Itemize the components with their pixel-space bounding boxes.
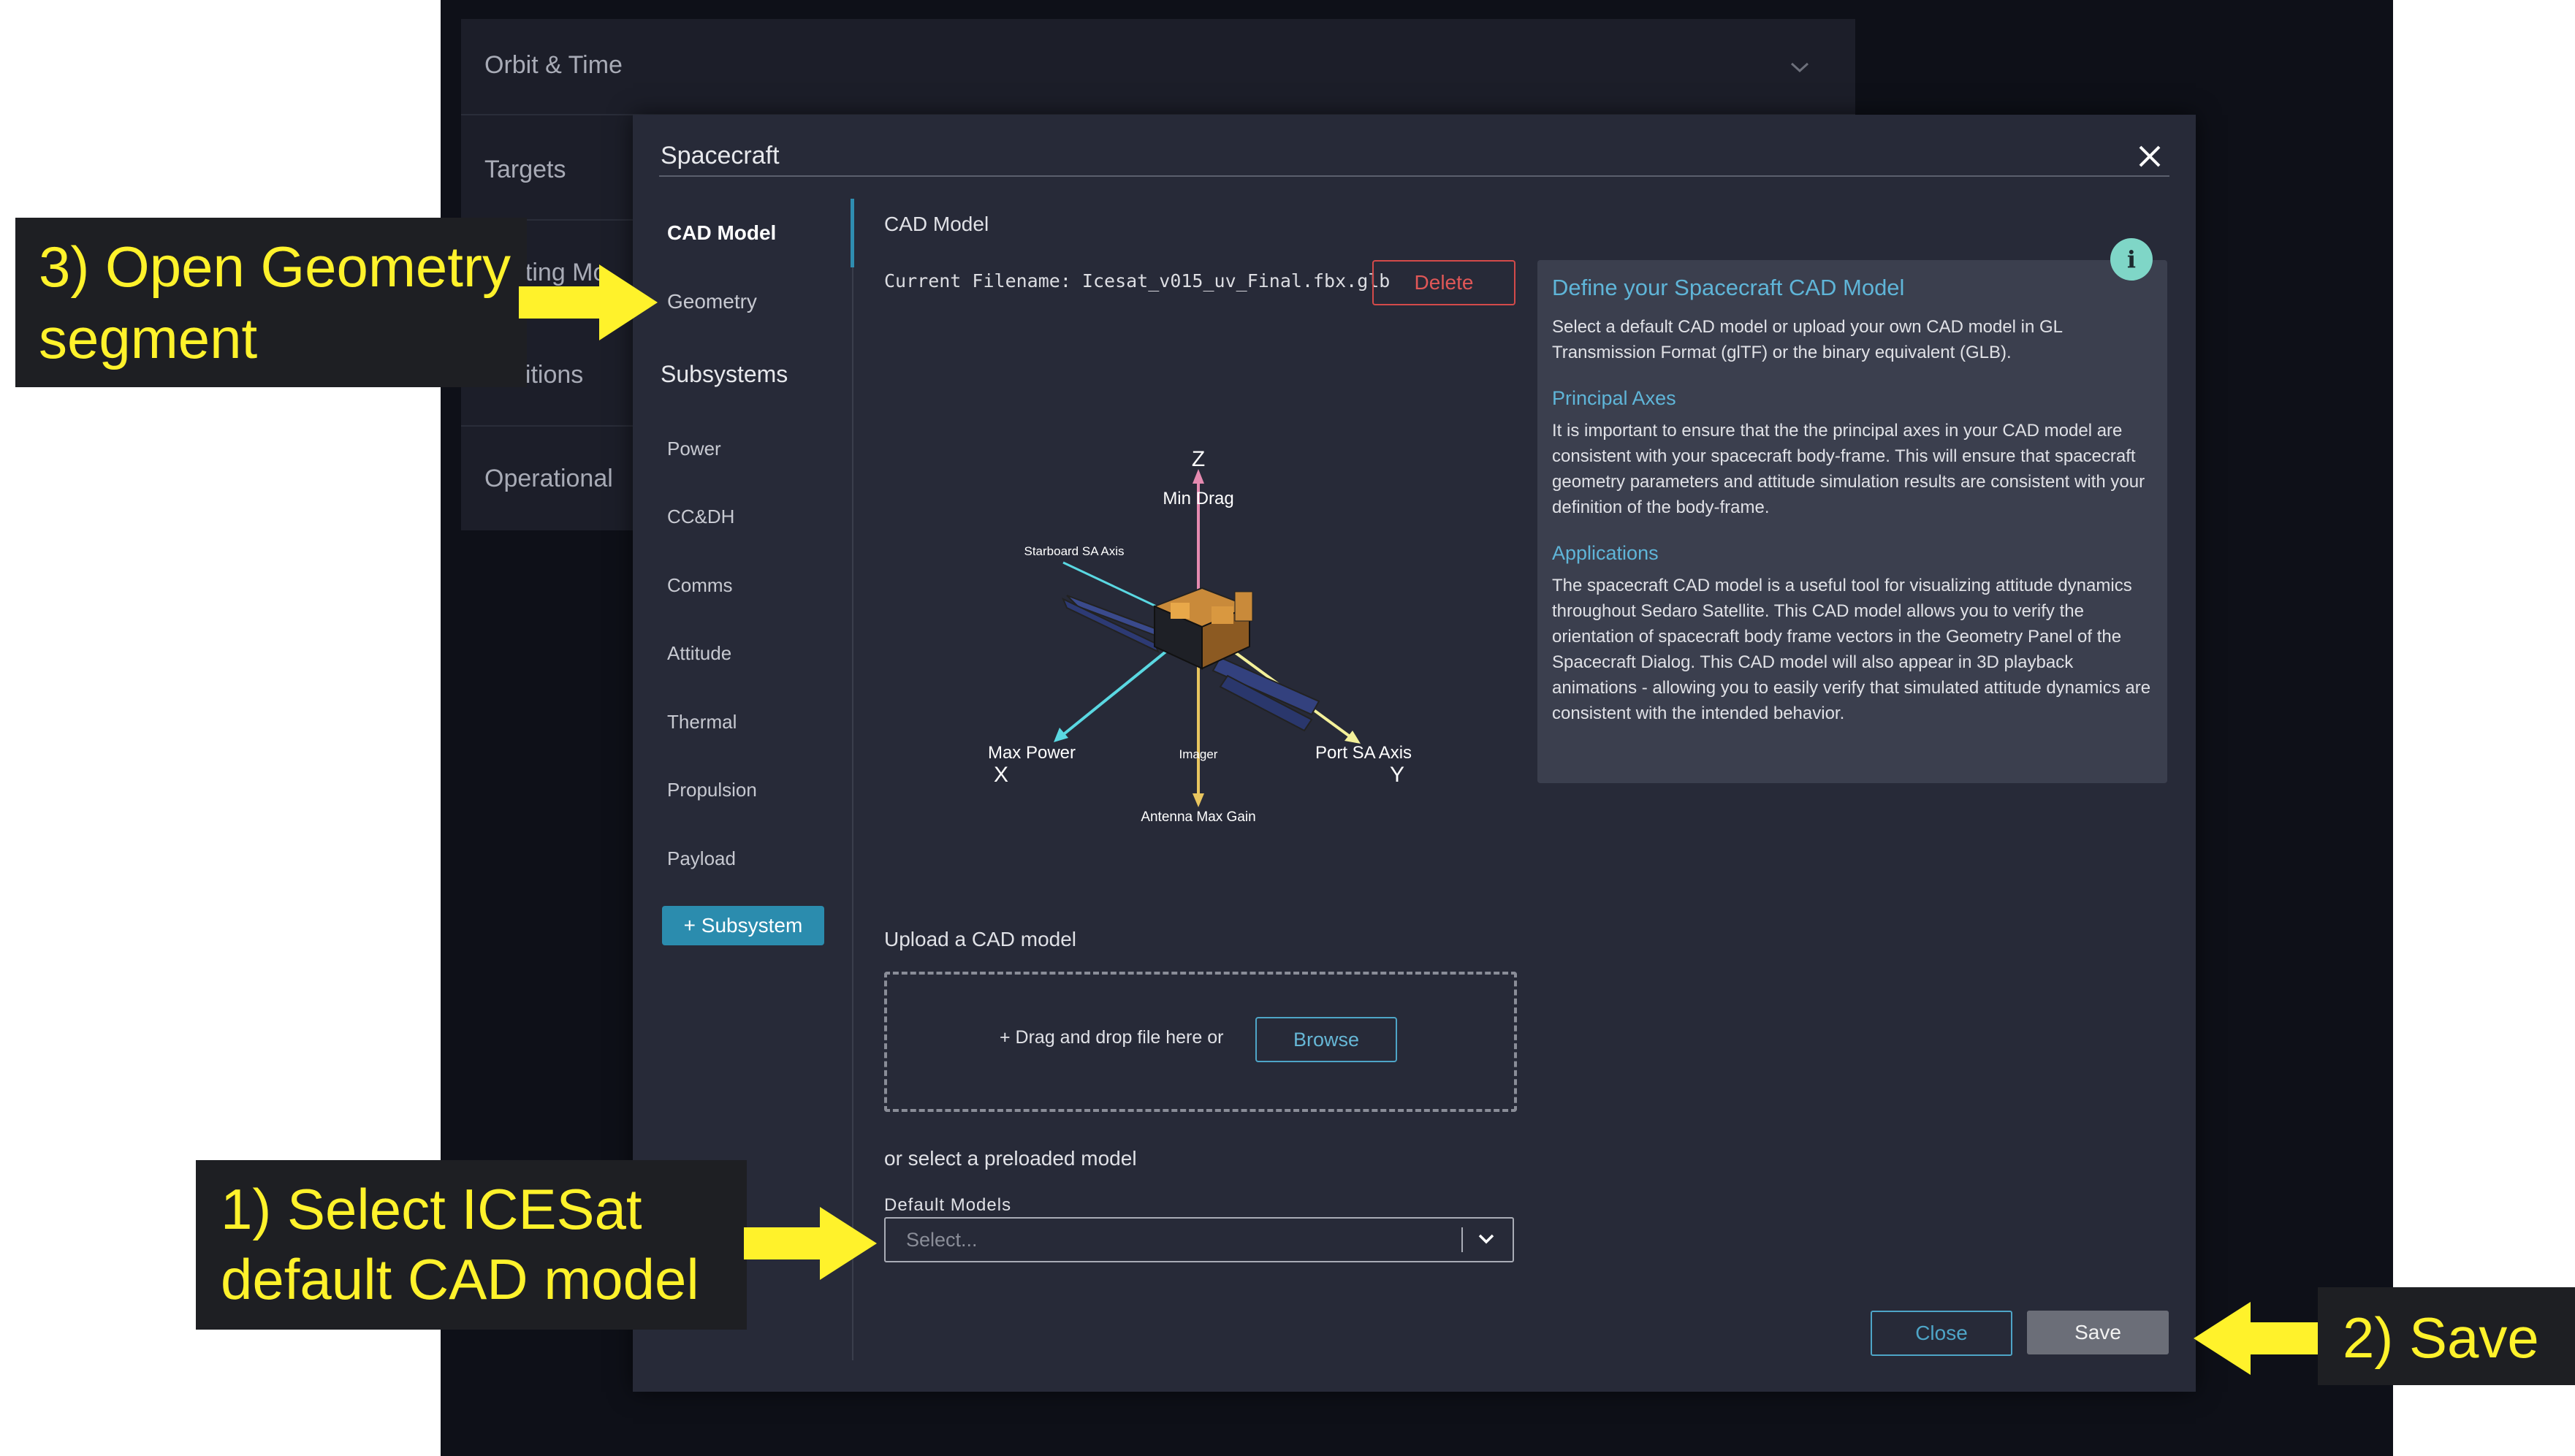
nav-active-indicator [851, 199, 854, 267]
axis-y-label: Y [1390, 763, 1404, 787]
default-models-label: Default Models [884, 1195, 1012, 1215]
nav-subsystem-propulsion[interactable]: Propulsion [667, 779, 757, 801]
section-title: CAD Model [884, 213, 989, 235]
close-button[interactable]: Close [1871, 1311, 2012, 1356]
axis-x-label: X [994, 763, 1008, 787]
axis-x-desc: Max Power [988, 743, 1076, 763]
callout-step2-text: 2) Save [2343, 1306, 2539, 1370]
info-title: Define your Spacecraft CAD Model [1552, 275, 1905, 300]
dialog-title-divider [659, 175, 2169, 177]
nav-subsystem-comms[interactable]: Comms [667, 574, 733, 597]
chevron-down-icon[interactable] [1475, 1227, 1498, 1251]
browse-button[interactable]: Browse [1255, 1017, 1397, 1062]
arrow-right-icon [519, 264, 658, 340]
axis-port-label: Port SA Axis [1315, 743, 1412, 763]
axis-z-label: Z [1192, 447, 1205, 471]
default-models-select[interactable]: Select... [884, 1217, 1514, 1262]
bg-item-operational[interactable]: Operational [484, 465, 613, 493]
preloaded-text: or select a preloaded model [884, 1147, 1137, 1170]
upload-title: Upload a CAD model [884, 928, 1077, 950]
save-button[interactable]: Save [2027, 1311, 2169, 1354]
callout-step3-line2: segment [39, 306, 258, 370]
nav-subsystems-header: Subsystems [661, 361, 788, 387]
nav-geometry[interactable]: Geometry [667, 290, 757, 313]
info-icon[interactable]: i [2110, 238, 2153, 281]
info-intro: Select a default CAD model or upload you… [1552, 317, 2063, 362]
close-icon[interactable] [2137, 143, 2163, 169]
arrow-right-icon [744, 1207, 877, 1280]
axis-imager-label: Imager [1179, 747, 1218, 761]
callout-step3: 3) Open Geometry segment [15, 218, 527, 387]
add-subsystem-button[interactable]: + Subsystem [662, 906, 824, 945]
select-divider [1461, 1227, 1463, 1252]
nav-subsystem-power[interactable]: Power [667, 438, 721, 460]
callout-step1-line2: default CAD model [221, 1247, 699, 1311]
info-principal-title: Principal Axes [1552, 387, 1676, 409]
info-applications-text: The spacecraft CAD model is a useful too… [1552, 576, 2151, 723]
delete-button[interactable]: Delete [1372, 260, 1515, 305]
select-placeholder: Select... [906, 1229, 978, 1251]
current-filename: Current Filename: Icesat_v015_uv_Final.f… [884, 270, 1391, 291]
callout-step1-line1: 1) Select ICESat [221, 1177, 642, 1241]
bg-item-targets[interactable]: Targets [484, 156, 566, 184]
dropzone-text: + Drag and drop file here or [1000, 1027, 1224, 1048]
nav-subsystem-payload[interactable]: Payload [667, 847, 736, 870]
axis-starboard-label: Starboard SA Axis [1024, 544, 1124, 558]
info-principal-text: It is important to ensure that the the p… [1552, 421, 2145, 517]
callout-step2: 2) Save [2318, 1287, 2575, 1385]
info-applications-title: Applications [1552, 542, 1659, 564]
bg-chevron-down-icon[interactable] [1789, 60, 1811, 78]
nav-cad-model[interactable]: CAD Model [667, 221, 776, 245]
callout-step1: 1) Select ICESat default CAD model [196, 1160, 747, 1330]
axis-z-desc: Min Drag [1163, 489, 1233, 508]
cad-model-preview[interactable]: Z Min Drag Starboard SA Axis Max Power X… [913, 387, 1454, 840]
nav-subsystem-attitude[interactable]: Attitude [667, 642, 731, 665]
bg-item-orbit-time[interactable]: Orbit & Time [484, 51, 623, 80]
callout-step3-line1: 3) Open Geometry [39, 235, 511, 299]
arrow-left-icon [2194, 1302, 2327, 1375]
nav-subsystem-thermal[interactable]: Thermal [667, 711, 737, 733]
nav-divider [852, 199, 853, 1360]
dialog-title: Spacecraft [661, 142, 780, 169]
axis-antenna-label: Antenna Max Gain [1141, 809, 1255, 825]
nav-subsystem-ccdh[interactable]: CC&DH [667, 506, 734, 528]
